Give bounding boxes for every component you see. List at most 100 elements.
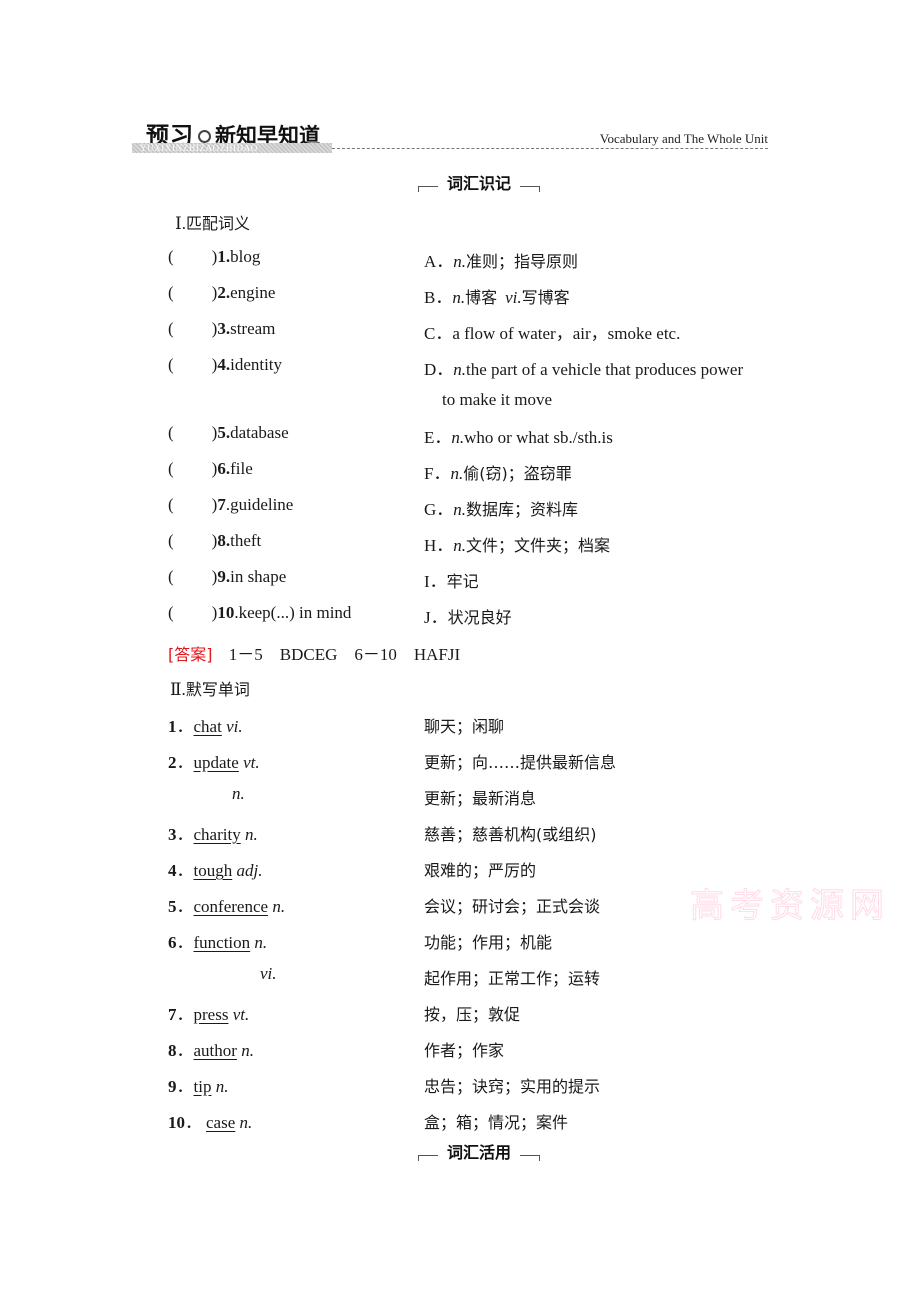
item-number: 8	[168, 1041, 177, 1060]
part-of-speech: n.	[232, 784, 245, 803]
badge-vocab-memory: 词汇识记	[418, 174, 540, 198]
option-item: J．状况良好	[424, 603, 512, 628]
header-unit-label: Vocabulary and The Whole Unit	[599, 131, 768, 146]
item-meaning: 更新；最新消息	[424, 789, 537, 808]
item-number: 2.	[217, 283, 231, 302]
matching-item: ()7.guideline	[168, 495, 293, 515]
item-word: database	[230, 423, 289, 442]
item-number: 1	[168, 717, 177, 736]
part-of-speech: n.	[244, 825, 258, 844]
matching-item: ()6.file	[168, 459, 253, 479]
matching-item: ()4.identity	[168, 355, 282, 375]
item-word: engine	[230, 283, 276, 302]
item-word: tip	[193, 1077, 212, 1096]
matching-item: ()2.engine	[168, 283, 275, 303]
option-letter: C．	[424, 324, 453, 343]
option-text: 数据库；资料库	[466, 500, 579, 519]
matching-item: ()10.keep(...) in mind	[168, 603, 351, 623]
item-word: tough	[193, 861, 233, 880]
dictation-item: 9．tip n.	[168, 1077, 229, 1096]
item-meaning: 聊天；闲聊	[424, 717, 505, 736]
answer-blank-open: (	[168, 495, 174, 514]
option-item: E．n.who or what sb./sth.is	[424, 423, 613, 448]
item-number: 7	[168, 1005, 177, 1024]
answer-line: [答案] 1－5 BDCEG 6－10 HAFJI	[168, 640, 460, 665]
item-meaning: 艰难的；严厉的	[424, 861, 537, 880]
item-number: 6	[168, 933, 177, 952]
matching-item: ()3.stream	[168, 319, 275, 339]
part-of-speech: vt.	[232, 1005, 250, 1024]
option-text: 文件；文件夹；档案	[466, 536, 611, 555]
option-letter: F．	[424, 464, 451, 483]
item-word: update	[193, 753, 239, 772]
part-of-speech: vi.	[226, 717, 243, 736]
part-of-speech: n.	[254, 933, 268, 952]
item-word: case	[206, 1113, 236, 1132]
part-of-speech: n.	[272, 897, 286, 916]
option-text: 准则；指导原则	[466, 252, 579, 271]
part-of-speech: adj.	[236, 861, 263, 880]
option-item: F．n.偷(窃)；盗窃罪	[424, 459, 572, 484]
item-number: 2	[168, 753, 177, 772]
item-word: press	[193, 1005, 229, 1024]
part1-heading: Ⅰ.匹配词义	[175, 214, 250, 233]
badge-vocab-usage: 词汇活用	[418, 1143, 540, 1167]
answer-blank-open: (	[168, 531, 174, 550]
dictation-item: 10． case n.	[168, 1113, 253, 1132]
answer-blank-open: (	[168, 603, 174, 622]
matching-item: ()8.theft	[168, 531, 261, 551]
part-of-speech: n.	[453, 500, 467, 519]
option-text: 写博客	[521, 288, 570, 307]
option-continuation: to make it move	[442, 390, 553, 409]
option-letter: H．	[424, 536, 454, 555]
badge-label: 词汇识记	[446, 174, 511, 193]
option-item: D．n.the part of a vehicle that produces …	[424, 355, 743, 380]
item-word: stream	[230, 319, 276, 338]
part-of-speech: n.	[450, 464, 464, 483]
option-letter: B．	[424, 288, 453, 307]
answer-blank-open: (	[168, 355, 174, 374]
item-number: 7	[217, 495, 226, 514]
item-number: 4.	[217, 355, 231, 374]
part-of-speech: vt.	[243, 753, 260, 772]
option-letter: D．	[424, 360, 454, 379]
answer-text: 1－5 BDCEG 6－10 HAFJI	[228, 645, 461, 664]
part-of-speech: n.	[239, 1113, 253, 1132]
option-item: I．牢记	[424, 567, 479, 592]
watermark: 高考资源网	[690, 886, 890, 927]
dictation-item: 8．author n.	[168, 1041, 254, 1060]
part-of-speech: n.	[453, 360, 467, 379]
item-number: 3.	[217, 319, 231, 338]
option-item: B．n.博客 vi.写博客	[424, 283, 570, 308]
item-number: 8.	[217, 531, 231, 550]
answer-blank-open: (	[168, 567, 174, 586]
item-meaning: 盒；箱；情况；案件	[424, 1113, 569, 1132]
dictation-item: 3．charity n.	[168, 825, 258, 844]
answer-blank-open: (	[168, 247, 174, 266]
part-of-speech: n.	[452, 288, 466, 307]
item-word: conference	[193, 897, 269, 916]
option-item: A．n.准则；指导原则	[424, 247, 578, 272]
dictation-item: n.	[232, 784, 245, 804]
option-letter: E．	[424, 428, 452, 447]
dictation-item: vi.	[260, 964, 277, 984]
item-word: chat	[193, 717, 222, 736]
matching-item: ()5.database	[168, 423, 289, 443]
answer-blank-open: (	[168, 423, 174, 442]
item-meaning: 慈善；慈善机构(或组织)	[424, 825, 597, 844]
item-meaning: 更新；向……提供最新信息	[424, 753, 617, 772]
option-text: 状况良好	[447, 608, 512, 627]
dictation-item: 1．chat vi.	[168, 717, 243, 736]
answer-blank-open: (	[168, 459, 174, 478]
part2-heading: Ⅱ.默写单词	[170, 680, 250, 699]
option-letter: G．	[424, 500, 454, 519]
option-text: who or what sb./sth.is	[464, 428, 613, 447]
option-text: 牢记	[446, 572, 479, 591]
item-meaning: 会议；研讨会；正式会谈	[424, 897, 601, 916]
item-meaning: 作者；作家	[424, 1041, 505, 1060]
dictation-item: 7．press vt.	[168, 1005, 250, 1024]
option-letter: J．	[424, 608, 448, 627]
item-number: 9.	[217, 567, 231, 586]
header-pinyin-bar: YUXIXINZHIZAOZHIDAO	[132, 143, 332, 153]
option-text: the part of a vehicle that produces powe…	[466, 360, 744, 379]
